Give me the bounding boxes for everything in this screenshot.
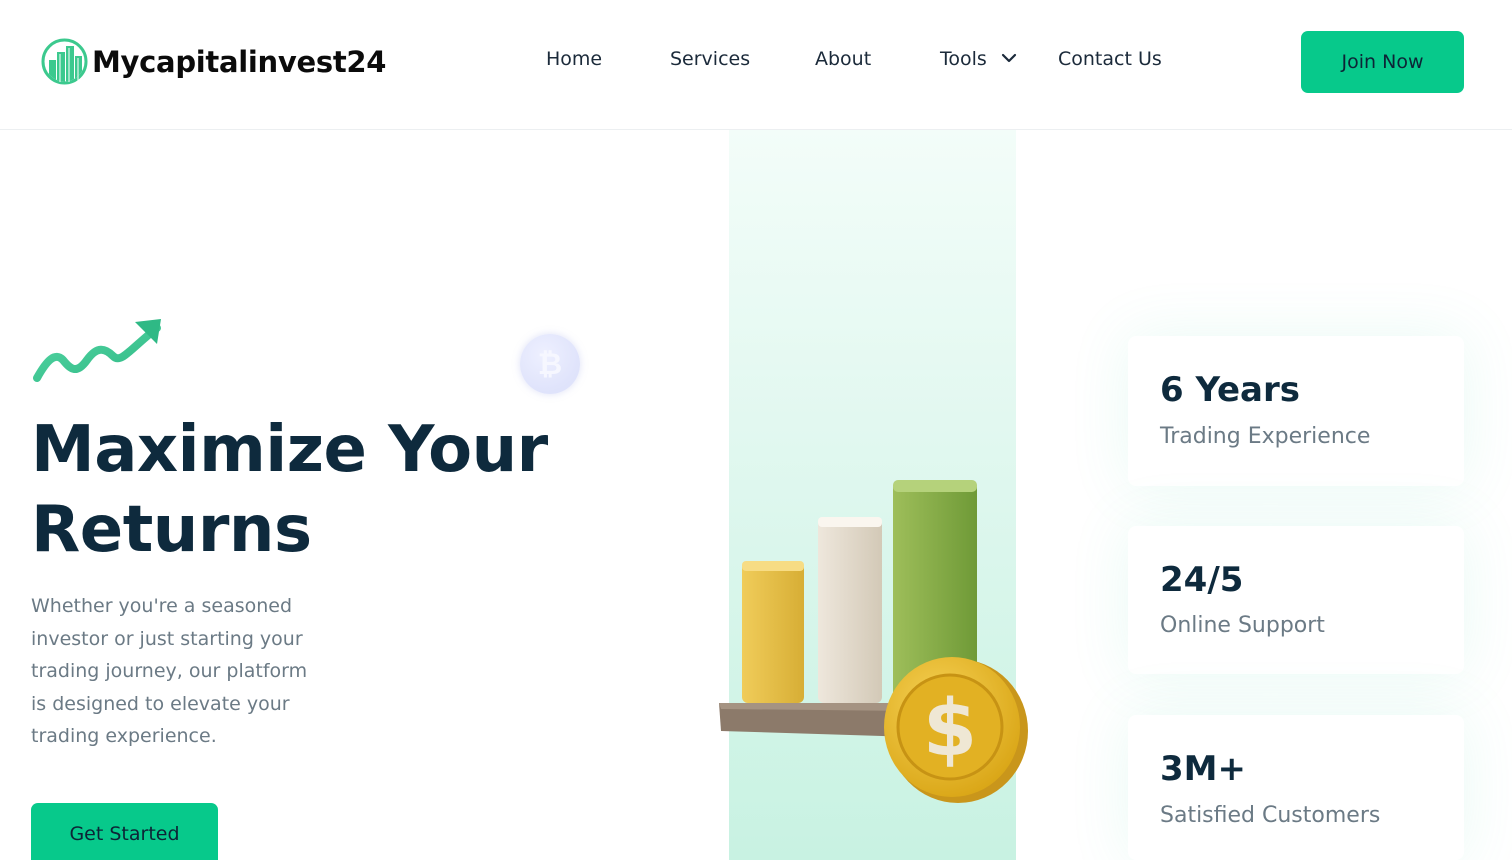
- stat-value: 24/5: [1160, 560, 1244, 600]
- nav-services[interactable]: Services: [670, 48, 750, 70]
- site-header: Mycapitalinvest24 Home Services About To…: [0, 0, 1512, 130]
- nav-contact-us[interactable]: Contact Us: [1058, 48, 1162, 70]
- bar-chart-dollar-illustration: $: [719, 480, 1028, 803]
- join-now-button[interactable]: Join Now: [1301, 31, 1464, 93]
- hero-headline: Maximize Your Returns: [31, 410, 548, 570]
- nav-tools-label: Tools: [940, 48, 987, 70]
- hero-headline-line-2: Returns: [31, 493, 312, 567]
- main-nav: Home Services About Tools Contact Us: [0, 48, 1512, 78]
- stat-card-experience: 6 Years Trading Experience: [1128, 336, 1464, 486]
- stat-value: 6 Years: [1160, 370, 1301, 410]
- nav-tools[interactable]: Tools: [940, 48, 1017, 70]
- chevron-down-icon: [1001, 53, 1016, 62]
- svg-text:$: $: [923, 684, 977, 774]
- stat-label: Satisfied Customers: [1160, 803, 1381, 828]
- hero-description: Whether you're a seasoned investor or ju…: [31, 595, 308, 747]
- stat-value: 3M+: [1160, 749, 1246, 789]
- trend-up-arrow-icon: [33, 319, 161, 382]
- nav-home[interactable]: Home: [546, 48, 602, 70]
- stat-card-support: 24/5 Online Support: [1128, 526, 1464, 674]
- nav-about[interactable]: About: [815, 48, 871, 70]
- stat-label: Trading Experience: [1160, 424, 1371, 449]
- bitcoin-coin-icon: ₿: [520, 334, 580, 394]
- stat-label: Online Support: [1160, 613, 1325, 638]
- stat-card-customers: 3M+ Satisfied Customers: [1128, 715, 1464, 860]
- get-started-button[interactable]: Get Started: [31, 803, 218, 860]
- hero-headline-line-1: Maximize Your: [31, 413, 548, 487]
